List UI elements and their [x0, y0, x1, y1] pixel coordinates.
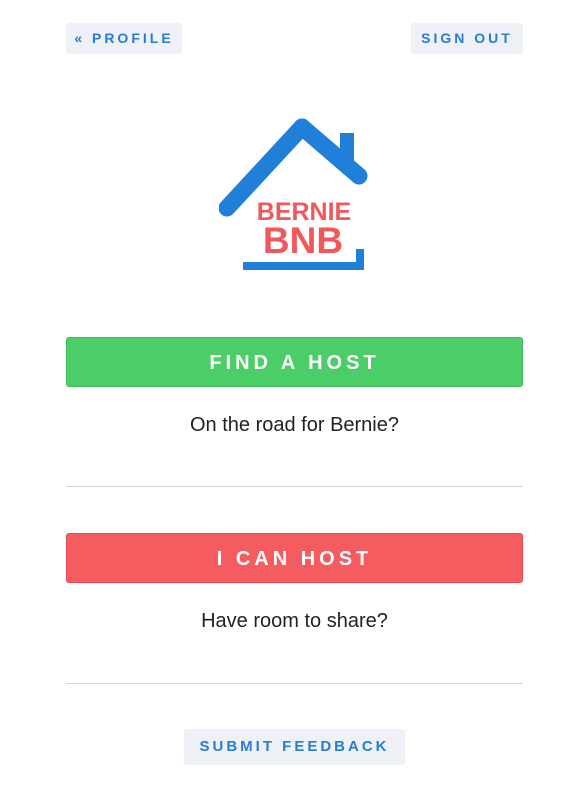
i-can-host-button[interactable]: I CAN HOST	[66, 533, 523, 583]
berniebnb-logo: BERNIE BNB	[219, 116, 369, 276]
house-icon: BERNIE BNB	[219, 118, 368, 270]
find-host-prompt: On the road for Bernie?	[189, 414, 399, 436]
section-divider	[66, 486, 523, 487]
logo-text-bnb: BNB	[263, 220, 343, 261]
sign-out-button[interactable]: SIGN OUT	[411, 23, 523, 54]
top-nav: « PROFILE SIGN OUT	[66, 23, 523, 54]
roof-left-slope	[219, 118, 311, 217]
section-divider	[66, 683, 523, 684]
find-a-host-button[interactable]: FIND A HOST	[66, 337, 523, 387]
can-host-prompt: Have room to share?	[201, 610, 388, 632]
profile-button[interactable]: « PROFILE	[66, 23, 182, 54]
submit-feedback-button[interactable]: SUBMIT FEEDBACK	[184, 729, 405, 765]
